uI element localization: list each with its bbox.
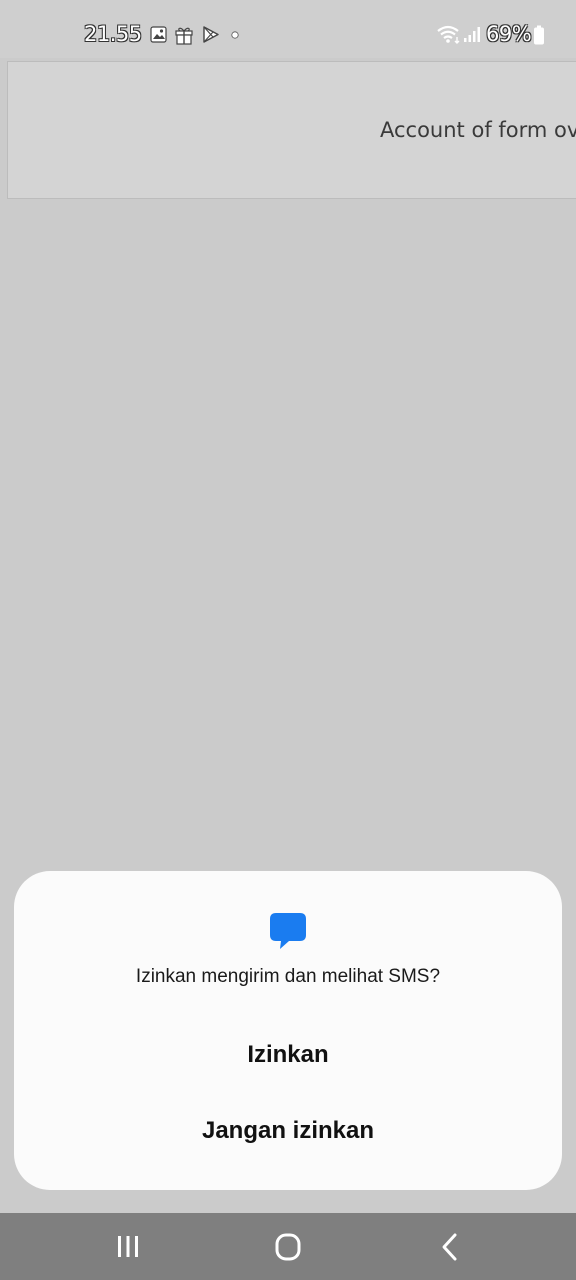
gift-icon — [175, 27, 193, 45]
permission-question: Izinkan mengirim dan melihat SMS? — [135, 966, 441, 987]
home-icon[interactable] — [268, 1230, 308, 1264]
status-bar: 21.55 69% — [0, 0, 576, 58]
sms-message-icon — [270, 913, 306, 949]
app-card-title: Account of form ov — [380, 118, 576, 142]
permission-dialog: Izinkan mengirim dan melihat SMS? Izinka… — [14, 871, 562, 1190]
dot-icon — [231, 31, 239, 39]
allow-button[interactable]: Izinkan — [34, 1027, 542, 1083]
back-icon[interactable] — [430, 1230, 470, 1264]
wifi-icon — [437, 25, 460, 44]
recent-apps-icon[interactable] — [108, 1230, 148, 1264]
battery-percent: 69% — [486, 22, 532, 46]
battery-icon — [534, 25, 544, 45]
signal-icon — [464, 27, 480, 42]
app-header-card: Account of form ov — [7, 61, 576, 199]
image-icon — [150, 26, 167, 43]
deny-button[interactable]: Jangan izinkan — [34, 1103, 542, 1159]
status-time: 21.55 — [84, 22, 142, 46]
play-store-icon — [203, 26, 219, 43]
navigation-bar — [0, 1213, 576, 1280]
